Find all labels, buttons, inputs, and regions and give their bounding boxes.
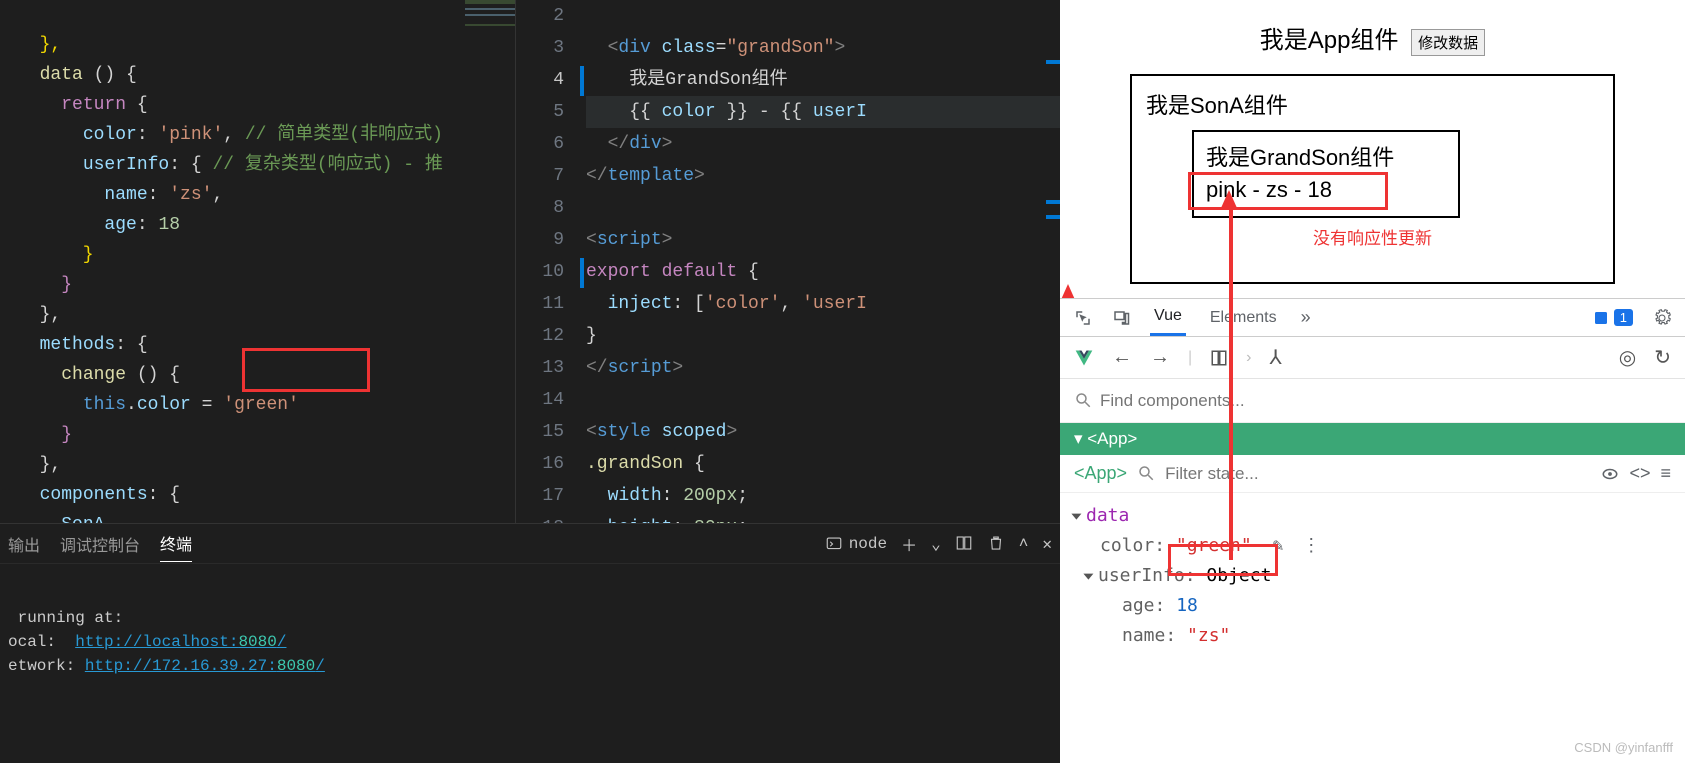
annotation-red-box <box>1188 172 1388 210</box>
devtools-panel[interactable]: Vue Elements » 1 ← → | <box>1060 298 1685 763</box>
annotation-red-box <box>242 348 370 392</box>
tab-vue[interactable]: Vue <box>1150 299 1186 336</box>
modify-data-button[interactable]: 修改数据 <box>1411 29 1485 56</box>
vue-logo-icon <box>1074 348 1094 368</box>
annotation-note: 没有响应性更新 <box>1146 224 1599 249</box>
component-state: data color: "green" ✎ ⋮ userInfo: Object… <box>1060 493 1685 659</box>
state-key-name: name <box>1122 625 1165 646</box>
annotation-arrow-icon <box>1060 284 1076 298</box>
components-view-icon[interactable] <box>1210 346 1228 369</box>
chevron-up-icon[interactable]: ˄ <box>1019 535 1029 553</box>
sonA-title: 我是SonA组件 <box>1146 88 1599 120</box>
eye-icon[interactable] <box>1601 463 1619 484</box>
state-key-color: color <box>1100 535 1154 556</box>
device-icon[interactable] <box>1112 307 1130 328</box>
split-terminal-icon[interactable] <box>955 534 973 552</box>
tab-debug-console[interactable]: 调试控制台 <box>60 526 140 562</box>
app-title: 我是App组件 <box>1260 27 1399 54</box>
annotation-arrow-head-icon <box>1221 190 1237 208</box>
nav-back-icon[interactable]: ← <box>1112 346 1132 369</box>
state-value-name: "zs" <box>1187 625 1230 646</box>
state-value-age: 18 <box>1176 595 1198 616</box>
terminal-output[interactable]: running at: ocal: http://localhost:8080/… <box>0 564 1060 690</box>
more-tabs-icon[interactable]: » <box>1301 307 1311 328</box>
browser-preview: 我是App组件 修改数据 我是SonA组件 我是GrandSon组件 pink … <box>1060 0 1685 298</box>
devtools-tabs: Vue Elements » 1 <box>1060 299 1685 337</box>
settings-icon[interactable] <box>1653 307 1671 328</box>
menu-icon[interactable]: ≡ <box>1660 463 1671 484</box>
sonA-box: 我是SonA组件 我是GrandSon组件 pink - zs - 18 没有响… <box>1130 74 1615 284</box>
trash-icon[interactable] <box>987 534 1005 552</box>
code-area-left[interactable]: }, data () { return { color: 'pink', // … <box>0 0 515 600</box>
watermark: CSDN @yinfanfff <box>1574 740 1673 755</box>
nav-forward-icon[interactable]: → <box>1150 346 1170 369</box>
network-url-link[interactable]: http://172.16.39.27:8080/ <box>85 657 325 675</box>
search-icon <box>1137 464 1155 482</box>
more-icon[interactable]: ⋮ <box>1302 535 1320 556</box>
target-icon[interactable]: ◎ <box>1619 345 1636 370</box>
close-icon[interactable]: ✕ <box>1042 534 1052 554</box>
new-terminal-icon[interactable]: ＋ <box>901 532 917 556</box>
code-line: }, <box>18 35 61 55</box>
tab-output[interactable]: 输出 <box>8 526 40 562</box>
terminal-shell-icon[interactable]: node <box>825 535 887 553</box>
selected-component-crumb[interactable]: <App> <box>1074 463 1127 484</box>
state-header: <App> <> ≡ <box>1060 455 1685 493</box>
component-search-input[interactable] <box>1100 391 1671 411</box>
gutter-change-marker <box>580 258 584 288</box>
tab-terminal[interactable]: 终端 <box>160 525 192 562</box>
tree-icon[interactable]: ⅄ <box>1269 345 1281 370</box>
component-tree-root[interactable]: ▾ <App> <box>1060 423 1685 455</box>
state-key-age: age <box>1122 595 1155 616</box>
annotation-arrow-line <box>1229 205 1233 560</box>
inspect-icon[interactable] <box>1074 307 1092 328</box>
search-icon <box>1074 391 1092 409</box>
component-search <box>1060 379 1685 423</box>
line-number-gutter: 2 3 4 5 6 7 8 9 10 11 12 13 14 15 16 17 … <box>516 0 576 544</box>
state-section: data <box>1086 505 1129 526</box>
refresh-icon[interactable]: ↻ <box>1654 345 1671 370</box>
dropdown-icon[interactable]: ⌄ <box>931 534 941 554</box>
chevron-down-icon[interactable] <box>1071 514 1081 520</box>
terminal-panel[interactable]: 输出 调试控制台 终端 node ＋ ⌄ ˄ ✕ running at: oca… <box>0 523 1060 763</box>
chevron-down-icon[interactable] <box>1083 574 1093 580</box>
code-area-right[interactable]: <div class="grandSon"> 我是GrandSon组件 {{ c… <box>586 0 1060 608</box>
gutter-change-marker <box>580 66 584 96</box>
code-icon[interactable]: <> <box>1629 463 1650 484</box>
vue-toolbar: ← → | › ⅄ ◎ ↻ <box>1060 337 1685 379</box>
grandSon-title: 我是GrandSon组件 <box>1206 142 1446 174</box>
minimap-icon <box>465 0 515 160</box>
local-url-link[interactable]: http://localhost:8080/ <box>75 633 286 651</box>
annotation-red-box <box>1168 544 1278 576</box>
issues-badge[interactable]: 1 <box>1592 309 1633 327</box>
tab-elements[interactable]: Elements <box>1206 301 1281 335</box>
